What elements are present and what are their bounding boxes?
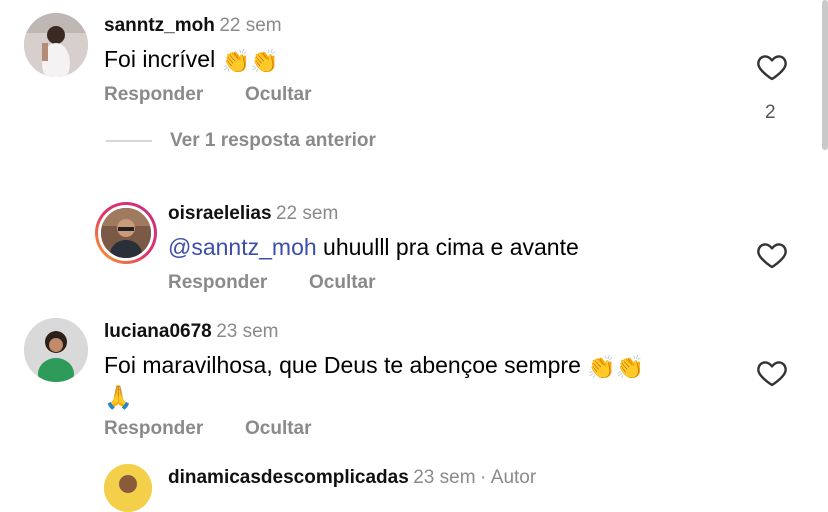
- username[interactable]: oisraelelias: [168, 203, 272, 224]
- avatar-photo: [101, 208, 151, 258]
- heart-icon[interactable]: [754, 357, 790, 389]
- hide-button[interactable]: Ocultar: [245, 417, 312, 441]
- timestamp: 23 sem: [413, 467, 476, 488]
- username[interactable]: luciana0678: [104, 321, 212, 342]
- timestamp: 22 sem: [219, 15, 282, 36]
- username[interactable]: sanntz_moh: [104, 15, 215, 36]
- avatar-photo: [104, 464, 152, 512]
- timestamp: 23 sem: [216, 321, 279, 342]
- author-badge: Autor: [490, 467, 537, 488]
- timestamp: 22 sem: [275, 203, 339, 224]
- clap-emoji: 👏👏: [221, 48, 279, 74]
- replies-divider: [106, 140, 152, 142]
- separator: ·: [480, 467, 487, 488]
- pray-emoji: 🙏: [104, 384, 133, 410]
- username[interactable]: dinamicasdescomplicadas: [168, 467, 409, 488]
- comment-meta: luciana0678 23 sem: [104, 320, 279, 345]
- avatar[interactable]: [24, 318, 88, 382]
- clap-emoji: 👏👏: [587, 354, 645, 380]
- comment-text: Foi incrível 👏👏: [104, 44, 279, 76]
- avatar-photo: [24, 13, 88, 77]
- hide-button[interactable]: Ocultar: [245, 83, 312, 107]
- reply-button[interactable]: Responder: [104, 417, 203, 441]
- comment-meta: oisraelelias 22 sem: [168, 202, 338, 227]
- comment-text-line2: 🙏: [104, 380, 133, 412]
- mention-link[interactable]: @sanntz_moh: [168, 234, 317, 260]
- comment-body: Foi incrível: [104, 46, 216, 72]
- hide-button[interactable]: Ocultar: [309, 271, 376, 295]
- view-replies-button[interactable]: Ver 1 resposta anterior: [170, 129, 376, 153]
- comment-body: Foi maravilhosa, que Deus te abençoe sem…: [104, 352, 581, 378]
- avatar[interactable]: [104, 464, 152, 512]
- reply-button[interactable]: Responder: [168, 271, 267, 295]
- heart-icon[interactable]: [754, 51, 790, 83]
- avatar-story-ring[interactable]: [95, 202, 157, 264]
- avatar-photo: [24, 318, 88, 382]
- scrollbar[interactable]: [822, 0, 828, 150]
- comment-body: uhuulll pra cima e avante: [323, 234, 579, 260]
- comment-meta: dinamicasdescomplicadas 23 sem · Autor: [168, 466, 536, 491]
- reply-button[interactable]: Responder: [104, 83, 203, 107]
- comment-meta: sanntz_moh 22 sem: [104, 14, 282, 39]
- heart-icon[interactable]: [754, 239, 790, 271]
- avatar[interactable]: [24, 13, 88, 77]
- comment-text: Foi maravilhosa, que Deus te abençoe sem…: [104, 350, 645, 382]
- comment-text: @sanntz_moh uhuulll pra cima e avante: [168, 232, 579, 262]
- like-count: 2: [765, 102, 776, 123]
